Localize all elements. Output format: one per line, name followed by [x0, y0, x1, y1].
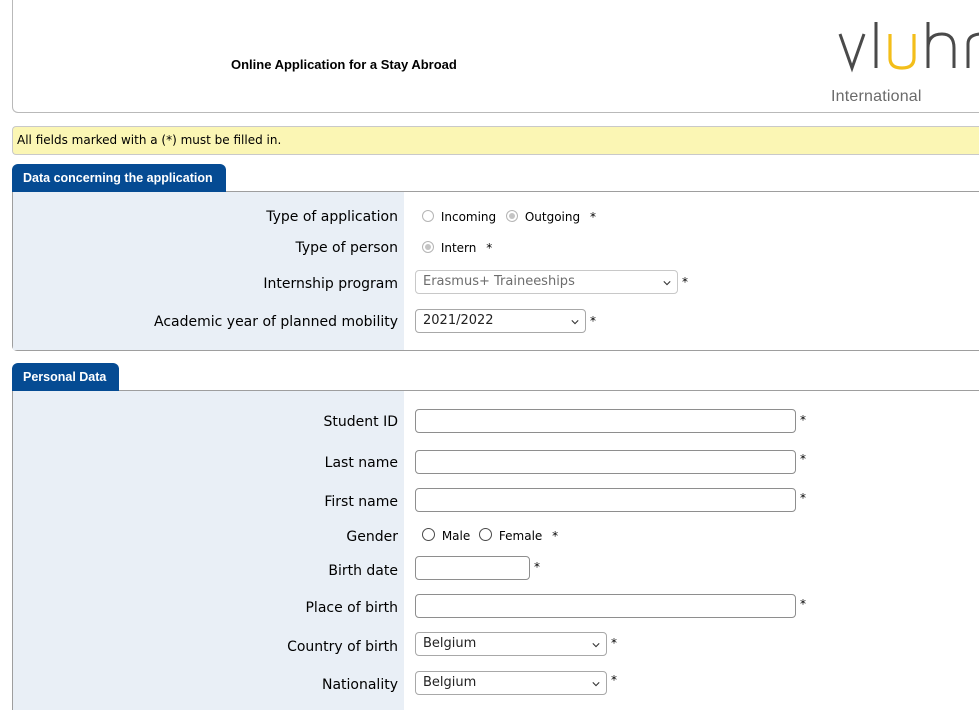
internship-program-value: Erasmus+ Traineeships [423, 274, 575, 289]
first-name-label: First name [324, 494, 398, 510]
required-mark: * [800, 491, 806, 505]
page-title: Online Application for a Stay Abroad [231, 57, 457, 72]
label-column [13, 391, 404, 710]
type-of-application-radios: Incoming Outgoing * [422, 210, 596, 224]
required-mark: * [486, 241, 493, 255]
required-mark: * [534, 560, 540, 574]
country-of-birth-select[interactable]: Belgium [415, 632, 607, 656]
required-fields-notice: All fields marked with a (*) must be fil… [12, 126, 979, 155]
logo-subtitle: International [831, 88, 922, 105]
required-mark: * [552, 529, 559, 543]
birth-date-label: Birth date [328, 563, 398, 579]
student-id-label: Student ID [323, 414, 398, 430]
type-of-application-label: Type of application [266, 209, 398, 225]
type-of-person-radios: Intern * [422, 241, 492, 255]
incoming-label: Incoming [440, 210, 497, 224]
tab-application[interactable]: Data concerning the application [12, 164, 226, 192]
required-mark: * [800, 452, 806, 466]
intern-label: Intern [440, 241, 477, 255]
required-mark: * [611, 636, 617, 650]
academic-year-label: Academic year of planned mobility [154, 314, 398, 330]
chevron-down-icon [592, 682, 600, 687]
female-radio[interactable] [479, 528, 493, 541]
nationality-select[interactable]: Belgium [415, 671, 607, 695]
required-mark: * [682, 275, 688, 289]
outgoing-label: Outgoing [524, 210, 581, 224]
required-mark: * [800, 413, 806, 427]
last-name-label: Last name [324, 455, 398, 471]
male-label: Male [441, 529, 471, 543]
internship-program-label: Internship program [263, 276, 398, 292]
female-label: Female [498, 529, 543, 543]
required-mark: * [590, 314, 596, 328]
intern-radio[interactable] [422, 241, 434, 253]
vluhr-logo [838, 22, 979, 73]
place-of-birth-label: Place of birth [305, 600, 398, 616]
country-of-birth-value: Belgium [423, 636, 477, 651]
academic-year-select[interactable]: 2021/2022 [415, 309, 586, 333]
required-mark: * [800, 597, 806, 611]
tab-personal-data[interactable]: Personal Data [12, 363, 120, 391]
birth-date-input[interactable] [415, 556, 530, 580]
chevron-down-icon [663, 281, 671, 286]
gender-radios: Male Female * [422, 528, 558, 543]
nationality-value: Belgium [423, 675, 477, 690]
nationality-label: Nationality [321, 677, 398, 693]
type-of-person-label: Type of person [295, 240, 398, 256]
incoming-radio[interactable] [422, 210, 434, 222]
personal-panel: Personal Data [12, 363, 979, 710]
last-name-input[interactable] [415, 450, 796, 474]
student-id-input[interactable] [415, 409, 796, 433]
outgoing-radio[interactable] [506, 210, 518, 222]
first-name-input[interactable] [415, 488, 796, 512]
required-mark: * [611, 673, 617, 687]
chevron-down-icon [571, 320, 579, 325]
male-radio[interactable] [422, 528, 435, 541]
academic-year-value: 2021/2022 [423, 313, 494, 328]
required-mark: * [589, 210, 596, 224]
chevron-down-icon [592, 643, 600, 648]
place-of-birth-input[interactable] [415, 594, 796, 618]
gender-label: Gender [346, 529, 398, 545]
country-of-birth-label: Country of birth [287, 639, 398, 655]
internship-program-select[interactable]: Erasmus+ Traineeships [415, 270, 678, 294]
